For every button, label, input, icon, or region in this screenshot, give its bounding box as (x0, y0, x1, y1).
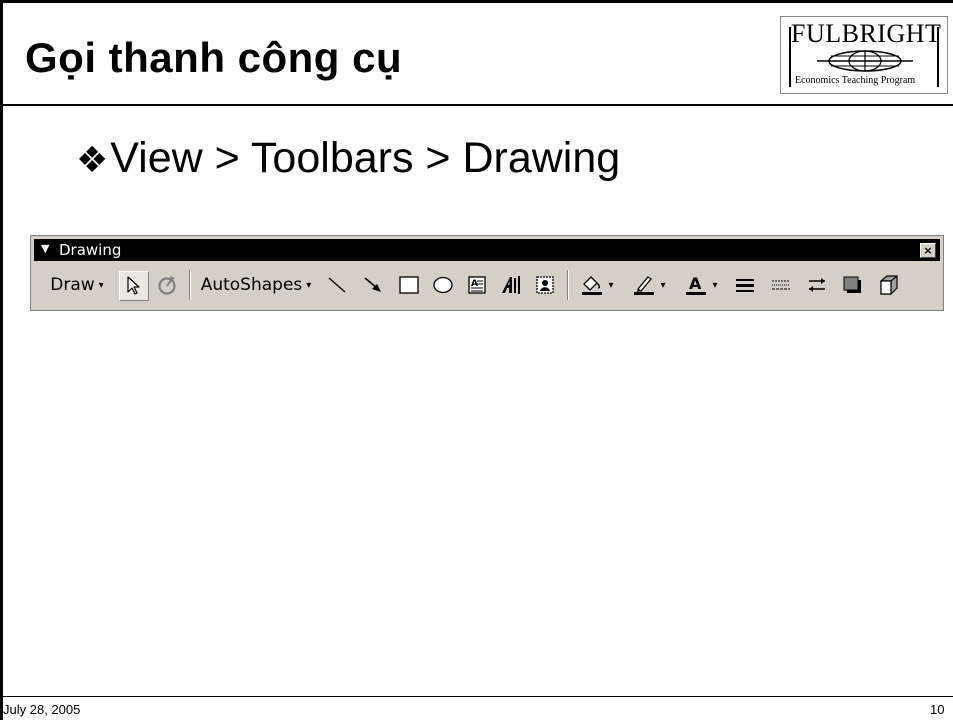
select-objects-button[interactable] (119, 271, 149, 301)
line-color-dropdown-icon[interactable]: ▾ (660, 280, 665, 291)
fill-color-icon (582, 276, 603, 295)
logo-wordmark: FULBRIGHT (791, 19, 942, 48)
arrow-button[interactable] (359, 271, 387, 299)
font-color-icon: A (686, 274, 707, 295)
dash-style-button[interactable] (767, 271, 795, 299)
autoshapes-menu-button[interactable]: AutoShapes ▾ (197, 271, 315, 299)
autoshapes-menu-label: AutoShapes (200, 275, 303, 295)
rectangle-icon (399, 276, 419, 294)
toolbar-separator (189, 270, 191, 300)
draw-menu-button[interactable]: Draw ▾ (43, 271, 111, 299)
free-rotate-button[interactable] (153, 271, 181, 299)
footer-date: July 28, 2005 (3, 702, 81, 717)
text-box-icon: A (468, 276, 486, 294)
oval-button[interactable] (429, 271, 457, 299)
font-color-dropdown-icon[interactable]: ▾ (712, 280, 717, 291)
svg-text:A: A (689, 274, 702, 293)
3d-button[interactable] (875, 271, 903, 299)
bullet-diamond-icon: ❖ (76, 140, 109, 181)
line-style-button[interactable] (731, 271, 759, 299)
shadow-button[interactable] (839, 271, 867, 299)
fill-color-dropdown-icon[interactable]: ▾ (608, 280, 613, 291)
clip-art-icon (536, 276, 554, 294)
draw-menu-label: Draw (50, 275, 95, 295)
fill-color-button[interactable]: ▾ (575, 271, 619, 299)
line-button[interactable] (323, 271, 351, 299)
instruction-text: View > Toolbars > Drawing (110, 134, 621, 182)
rectangle-button[interactable] (395, 271, 423, 299)
3d-icon (880, 275, 898, 295)
line-style-icon (736, 279, 754, 292)
text-box-button[interactable]: A (463, 271, 491, 299)
select-objects-icon (127, 276, 140, 295)
arrow-icon (364, 277, 381, 292)
toolbar-close-button[interactable]: × (920, 243, 936, 258)
oval-icon (433, 276, 453, 294)
arrow-style-button[interactable] (803, 271, 831, 299)
logo-subtitle: Economics Teaching Program (795, 75, 916, 86)
line-color-icon (634, 276, 655, 295)
footer-page-number: 10 (930, 702, 945, 717)
wordart-icon (502, 276, 520, 294)
title-divider (0, 104, 953, 106)
fulbright-logo: FULBRIGHT Economics Teaching Program (780, 16, 948, 94)
clip-art-button[interactable] (531, 271, 559, 299)
instruction-bullet: ❖View > Toolbars > Drawing (76, 134, 620, 183)
autoshapes-dropdown-icon: ▾ (306, 279, 312, 291)
free-rotate-icon (158, 276, 176, 295)
arrow-style-icon (809, 278, 825, 292)
dash-style-icon (772, 280, 790, 290)
toolbar-menu-arrow-icon[interactable]: ▼ (41, 242, 49, 255)
toolbar-title: Drawing (59, 241, 122, 259)
logo-emblem-icon (817, 50, 913, 72)
footer-divider (0, 696, 953, 697)
toolbar-separator (567, 270, 569, 300)
draw-dropdown-icon: ▾ (98, 279, 104, 291)
drawing-toolbar: ▼ Drawing × Draw ▾ AutoShapes ▾ A ▾ ▾ A … (30, 235, 944, 311)
line-icon (328, 277, 346, 293)
line-color-button[interactable]: ▾ (627, 271, 671, 299)
toolbar-titlebar[interactable]: ▼ Drawing × (34, 239, 940, 261)
slide-frame-left (0, 0, 3, 720)
font-color-button[interactable]: A ▾ (679, 271, 723, 299)
toolbar-buttons-row: Draw ▾ AutoShapes ▾ A ▾ ▾ A ▾ (37, 266, 941, 304)
slide-title: Gọi thanh công cụ (25, 34, 403, 81)
shadow-icon (843, 276, 861, 293)
slide-frame-top (0, 0, 953, 3)
wordart-button[interactable] (497, 271, 525, 299)
